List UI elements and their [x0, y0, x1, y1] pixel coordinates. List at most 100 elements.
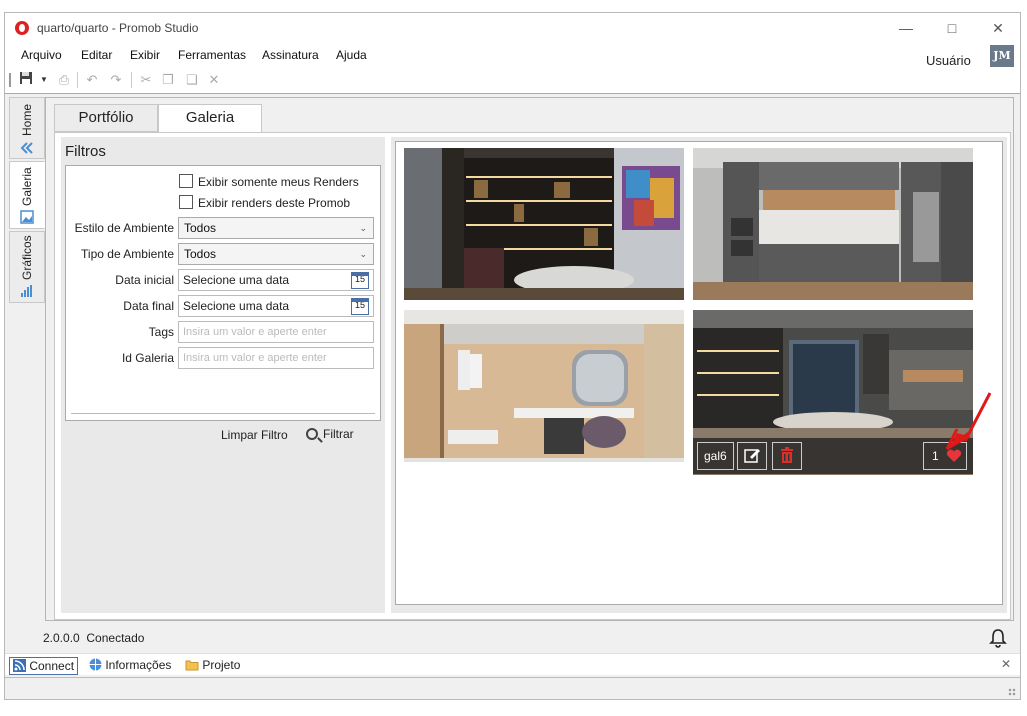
filters-panel: Filtros Exibir somente meus Renders Exib… — [61, 137, 385, 613]
tab-connect-label: Connect — [29, 659, 75, 673]
gallery-thumbnail[interactable] — [404, 310, 684, 462]
menu-bar: Arquivo Editar Exibir Ferramentas Assina… — [5, 43, 1020, 67]
footer-bar — [5, 677, 1020, 699]
redo-icon[interactable]: ↷ — [107, 71, 125, 89]
tab-connect[interactable]: Connect — [9, 657, 79, 675]
filter-button[interactable]: Filtrar — [306, 424, 354, 444]
resize-grip-icon[interactable] — [1008, 688, 1016, 696]
chevrons-left-icon — [20, 142, 33, 154]
toolbar: ▼ ⎙ ↶ ↷ ✂ ❐ ❑ ✕ — [5, 67, 1020, 93]
status-bar: 2.0.0.0 Conectado — [5, 625, 1020, 651]
calendar-icon[interactable]: 15 — [351, 298, 369, 315]
title-bar: quarto/quarto - Promob Studio — □ ✕ — [5, 13, 1020, 43]
app-window: quarto/quarto - Promob Studio — □ ✕ Arqu… — [4, 12, 1021, 700]
tab-projeto-label: Projeto — [202, 658, 241, 672]
type-select-value: Todos — [184, 247, 217, 261]
clear-filter-button[interactable]: Limpar Filtro — [221, 428, 288, 442]
toolbar-divider — [5, 93, 1020, 94]
window-title: quarto/quarto - Promob Studio — [37, 21, 199, 35]
gallery-thumbnail[interactable] — [693, 148, 973, 300]
tab-projeto[interactable]: Projeto — [185, 657, 240, 675]
toolbar-separator — [131, 72, 132, 88]
bottom-tab-bar: Connect Informações Projeto ✕ — [5, 653, 1020, 675]
side-tab-galeria[interactable]: Galeria — [9, 161, 45, 229]
globe-icon — [89, 658, 102, 671]
edit-button[interactable] — [737, 442, 767, 470]
search-icon — [306, 428, 318, 440]
undo-icon[interactable]: ↶ — [83, 71, 101, 89]
gallery-id-badge: gal6 — [697, 442, 734, 470]
type-label: Tipo de Ambiente — [81, 247, 174, 261]
my-renders-label: Exibir somente meus Renders — [198, 175, 359, 189]
tab-informacoes[interactable]: Informações — [89, 657, 171, 675]
chevron-down-icon: ⌄ — [359, 249, 367, 259]
this-promob-checkbox[interactable] — [179, 195, 193, 209]
start-date-input[interactable]: Selecione uma data 15 — [178, 269, 374, 291]
save-dropdown-icon[interactable]: ▼ — [35, 71, 53, 89]
copy-icon[interactable]: ❐ — [159, 71, 177, 89]
filters-title: Filtros — [65, 143, 106, 160]
filters-divider — [71, 413, 375, 414]
side-tab-home[interactable]: Home — [9, 97, 45, 159]
menu-ajuda[interactable]: Ajuda — [336, 48, 367, 62]
style-select[interactable]: Todos ⌄ — [178, 217, 374, 239]
menu-ferramentas[interactable]: Ferramentas — [178, 48, 246, 62]
tags-input[interactable]: Insira um valor e aperte enter — [178, 321, 374, 343]
tab-portfolio[interactable]: Portfólio — [54, 104, 158, 132]
menu-assinatura[interactable]: Assinatura — [262, 48, 319, 62]
bell-icon[interactable] — [989, 628, 1007, 648]
connection-status: Conectado — [86, 631, 145, 645]
id-galeria-input[interactable]: Insira um valor e aperte enter — [178, 347, 374, 369]
folder-icon — [185, 660, 199, 671]
style-select-value: Todos — [184, 221, 217, 235]
avatar[interactable]: JM — [990, 45, 1014, 67]
this-promob-label: Exibir renders deste Promob — [198, 196, 351, 210]
save-icon[interactable] — [17, 71, 35, 89]
filters-form: Exibir somente meus Renders Exibir rende… — [65, 165, 381, 442]
tab-galeria[interactable]: Galeria — [158, 104, 262, 133]
end-date-placeholder: Selecione uma data — [183, 299, 290, 313]
start-date-label: Data inicial — [115, 273, 174, 287]
menu-arquivo[interactable]: Arquivo — [21, 48, 62, 62]
paste-icon[interactable]: ❑ — [183, 71, 201, 89]
edit-icon — [744, 449, 760, 463]
main-panel: Portfólio Galeria Filtros Exibir somente… — [45, 97, 1014, 621]
delete-button[interactable] — [772, 442, 802, 470]
start-date-placeholder: Selecione uma data — [183, 273, 290, 287]
version-status: 2.0.0.0 Conectado — [43, 631, 144, 645]
side-tab-home-label: Home — [20, 103, 34, 136]
end-date-input[interactable]: Selecione uma data 15 — [178, 295, 374, 317]
calendar-icon[interactable]: 15 — [351, 272, 369, 289]
close-panel-icon[interactable]: ✕ — [1001, 657, 1011, 671]
gallery-thumbnail-gal6[interactable]: gal6 1 — [693, 310, 973, 475]
galeria-tab-body: Filtros Exibir somente meus Renders Exib… — [54, 132, 1011, 620]
rss-icon — [13, 659, 26, 672]
minimize-button[interactable]: — — [883, 13, 929, 43]
menu-editar[interactable]: Editar — [81, 48, 112, 62]
cut-icon[interactable]: ✂ — [137, 71, 155, 89]
render-image — [404, 310, 684, 462]
id-galeria-label: Id Galeria — [121, 351, 174, 365]
menu-exibir[interactable]: Exibir — [130, 48, 160, 62]
close-button[interactable]: ✕ — [975, 13, 1021, 43]
render-image — [404, 148, 684, 300]
side-tab-graficos-label: Gráficos — [20, 235, 34, 280]
tab-informacoes-label: Informações — [105, 658, 172, 672]
maximize-button[interactable]: □ — [929, 13, 975, 43]
print-icon[interactable]: ⎙ — [55, 71, 73, 89]
gallery-grid: gal6 1 — [395, 141, 1003, 605]
gallery-panel: gal6 1 — [391, 137, 1007, 613]
thumbnail-action-bar: gal6 1 — [693, 438, 973, 474]
delete-icon[interactable]: ✕ — [205, 71, 223, 89]
filter-button-label: Filtrar — [323, 427, 354, 441]
side-tab-galeria-label: Galeria — [20, 167, 34, 206]
version-number: 2.0.0.0 — [43, 631, 80, 645]
toolbar-grip — [9, 73, 11, 87]
type-select[interactable]: Todos ⌄ — [178, 243, 374, 265]
side-tab-graficos[interactable]: Gráficos — [9, 231, 45, 303]
user-label[interactable]: Usuário — [926, 53, 971, 68]
my-renders-checkbox[interactable] — [179, 174, 193, 188]
trash-icon — [781, 447, 793, 463]
chevron-down-icon: ⌄ — [359, 223, 367, 233]
gallery-thumbnail[interactable] — [404, 148, 684, 300]
